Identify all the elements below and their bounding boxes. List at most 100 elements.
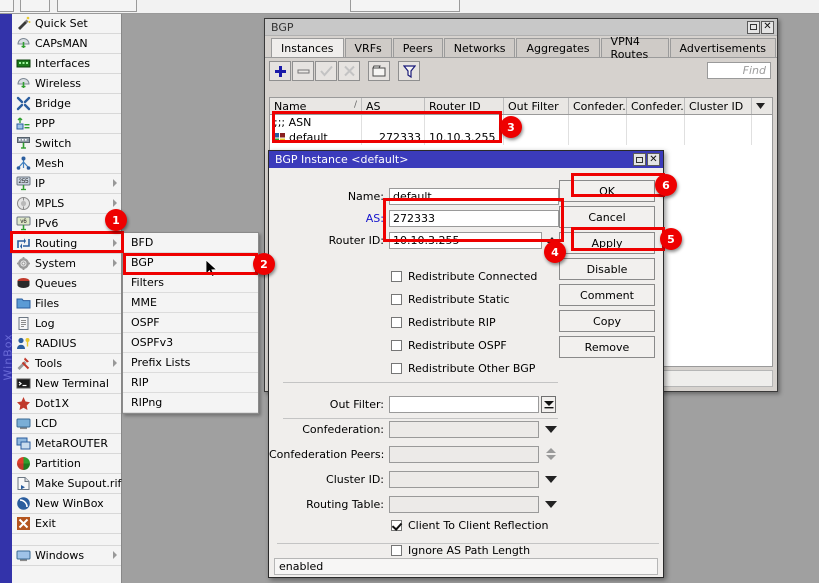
sidebar-item-bridge[interactable]: Bridge (12, 94, 121, 114)
disable-icon[interactable] (338, 61, 360, 81)
checkbox-box[interactable] (391, 545, 402, 556)
checkbox-ignore-as-path-length[interactable]: Ignore AS Path Length (391, 544, 530, 557)
grid-column-header[interactable]: AS (362, 98, 425, 114)
tab-networks[interactable]: Networks (444, 38, 516, 57)
remove-icon[interactable] (292, 61, 314, 81)
enable-icon[interactable] (315, 61, 337, 81)
submenu-item-filters[interactable]: Filters (123, 273, 258, 293)
dropdown-boxed-icon[interactable] (541, 396, 556, 413)
field-input[interactable] (389, 496, 539, 513)
find-input[interactable]: Find (707, 62, 771, 79)
grid-column-header[interactable]: Out Filter (504, 98, 569, 114)
sidebar-item-switch[interactable]: Switch (12, 134, 121, 154)
toolbar-button-partial-1[interactable] (0, 0, 14, 12)
field-input[interactable]: 272333 (389, 210, 559, 227)
cancel-button[interactable]: Cancel (559, 206, 655, 228)
submenu-item-bfd[interactable]: BFD (123, 233, 258, 253)
sidebar-item-system[interactable]: System (12, 254, 121, 274)
tab-vpn4-routes[interactable]: VPN4 Routes (601, 38, 669, 57)
sidebar-item-partition[interactable]: Partition (12, 454, 121, 474)
sidebar-item-tools[interactable]: Tools (12, 354, 121, 374)
sidebar-item-queues[interactable]: Queues (12, 274, 121, 294)
submenu-item-rip[interactable]: RIP (123, 373, 258, 393)
sidebar-item-routing[interactable]: Routing (12, 234, 121, 254)
chevron-down-icon[interactable] (545, 476, 557, 483)
tab-instances[interactable]: Instances (271, 38, 344, 57)
sidebar-item-metarouter[interactable]: MetaROUTER (12, 434, 121, 454)
close-icon[interactable]: ✕ (761, 21, 774, 34)
sidebar-item-radius[interactable]: RADIUS (12, 334, 121, 354)
grid-column-header[interactable]: Confeder... (569, 98, 627, 114)
sidebar-item-mesh[interactable]: Mesh (12, 154, 121, 174)
checkbox-box[interactable] (391, 340, 402, 351)
maximize-icon[interactable] (747, 21, 760, 34)
sidebar-item-log[interactable]: Log (12, 314, 121, 334)
sidebar-item-quick-set[interactable]: Quick Set (12, 14, 121, 34)
toolbar-button-partial-3[interactable] (57, 0, 137, 12)
submenu-item-ospfv3[interactable]: OSPFv3 (123, 333, 258, 353)
grid-column-header[interactable]: Cluster ID (685, 98, 752, 114)
apply-button[interactable]: Apply (559, 232, 655, 254)
copy-button[interactable]: Copy (559, 310, 655, 332)
field-input[interactable]: default (389, 188, 559, 205)
grid-column-header[interactable]: Confeder... (627, 98, 685, 114)
checkbox-box[interactable] (391, 317, 402, 328)
field-input[interactable]: 10.10.3.255 (389, 232, 542, 249)
routing-submenu[interactable]: BFDBGPFiltersMMEOSPFOSPFv3Prefix ListsRI… (122, 232, 259, 414)
tab-advertisements[interactable]: Advertisements (670, 38, 776, 57)
table-row[interactable]: default27233310.10.3.255 (270, 130, 772, 145)
checkbox-redistribute-connected[interactable]: Redistribute Connected (391, 270, 537, 283)
sidebar-item-dot1x[interactable]: Dot1X (12, 394, 121, 414)
checkbox-box[interactable] (391, 363, 402, 374)
submenu-item-prefix-lists[interactable]: Prefix Lists (123, 353, 258, 373)
sidebar-item-mpls[interactable]: MPLS (12, 194, 121, 214)
grid-column-header[interactable]: Router ID (425, 98, 504, 114)
tab-aggregates[interactable]: Aggregates (516, 38, 599, 57)
submenu-item-mme[interactable]: MME (123, 293, 258, 313)
tab-vrfs[interactable]: VRFs (345, 38, 392, 57)
checkbox-redistribute-rip[interactable]: Redistribute RIP (391, 316, 496, 329)
sidebar-item-new-terminal[interactable]: New Terminal (12, 374, 121, 394)
instance-dialog-titlebar[interactable]: BGP Instance <default> ✕ (269, 151, 663, 168)
grid-column-chooser-icon[interactable] (752, 98, 769, 114)
sidebar-item-make-supout-rif[interactable]: Make Supout.rif (12, 474, 121, 494)
close-icon[interactable]: ✕ (647, 153, 660, 166)
sidebar-item-exit[interactable]: Exit (12, 514, 121, 534)
ok-button[interactable]: OK (559, 180, 655, 202)
sidebar-item-capsman[interactable]: CAPsMAN (12, 34, 121, 54)
checkbox-redistribute-static[interactable]: Redistribute Static (391, 293, 510, 306)
bgp-instance-dialog[interactable]: BGP Instance <default> ✕ Name:defaultAS:… (268, 150, 664, 578)
checkbox-redistribute-other-bgp[interactable]: Redistribute Other BGP (391, 362, 535, 375)
toolbar-field-partial[interactable] (350, 0, 460, 12)
sidebar-item-wireless[interactable]: Wireless (12, 74, 121, 94)
chevron-down-icon[interactable] (545, 426, 557, 433)
spinner-updown-icon[interactable] (545, 448, 557, 460)
bgp-tab-bar[interactable]: InstancesVRFsPeersNetworksAggregatesVPN4… (265, 36, 777, 58)
field-input[interactable] (389, 446, 539, 463)
checkbox-redistribute-ospf[interactable]: Redistribute OSPF (391, 339, 507, 352)
checkbox-client-to-client-reflection[interactable]: Client To Client Reflection (391, 519, 549, 532)
bgp-window-titlebar[interactable]: BGP ✕ (265, 19, 777, 36)
field-input[interactable] (389, 471, 539, 488)
toolbar-button-partial-2[interactable] (20, 0, 50, 12)
chevron-down-icon[interactable] (545, 501, 557, 508)
tab-peers[interactable]: Peers (393, 38, 443, 57)
sidebar-item-ppp[interactable]: PPP (12, 114, 121, 134)
sidebar-item-files[interactable]: Files (12, 294, 121, 314)
instance-dialog-buttons[interactable]: OKCancelApplyDisableCommentCopyRemove (559, 180, 655, 362)
main-menu-sidebar[interactable]: Quick SetCAPsMANInterfacesWirelessBridge… (12, 14, 122, 583)
submenu-item-ripng[interactable]: RIPng (123, 393, 258, 413)
filter-icon[interactable] (398, 61, 420, 81)
add-icon[interactable] (269, 61, 291, 81)
field-input[interactable] (389, 421, 539, 438)
comment-button[interactable]: Comment (559, 284, 655, 306)
sidebar-item-ip[interactable]: 255IP (12, 174, 121, 194)
checkbox-box[interactable] (391, 520, 402, 531)
disable-button[interactable]: Disable (559, 258, 655, 280)
field-input[interactable] (389, 396, 539, 413)
sidebar-item-new-winbox[interactable]: New WinBox (12, 494, 121, 514)
sidebar-item-lcd[interactable]: LCD (12, 414, 121, 434)
maximize-icon[interactable] (633, 153, 646, 166)
submenu-item-ospf[interactable]: OSPF (123, 313, 258, 333)
checkbox-box[interactable] (391, 294, 402, 305)
